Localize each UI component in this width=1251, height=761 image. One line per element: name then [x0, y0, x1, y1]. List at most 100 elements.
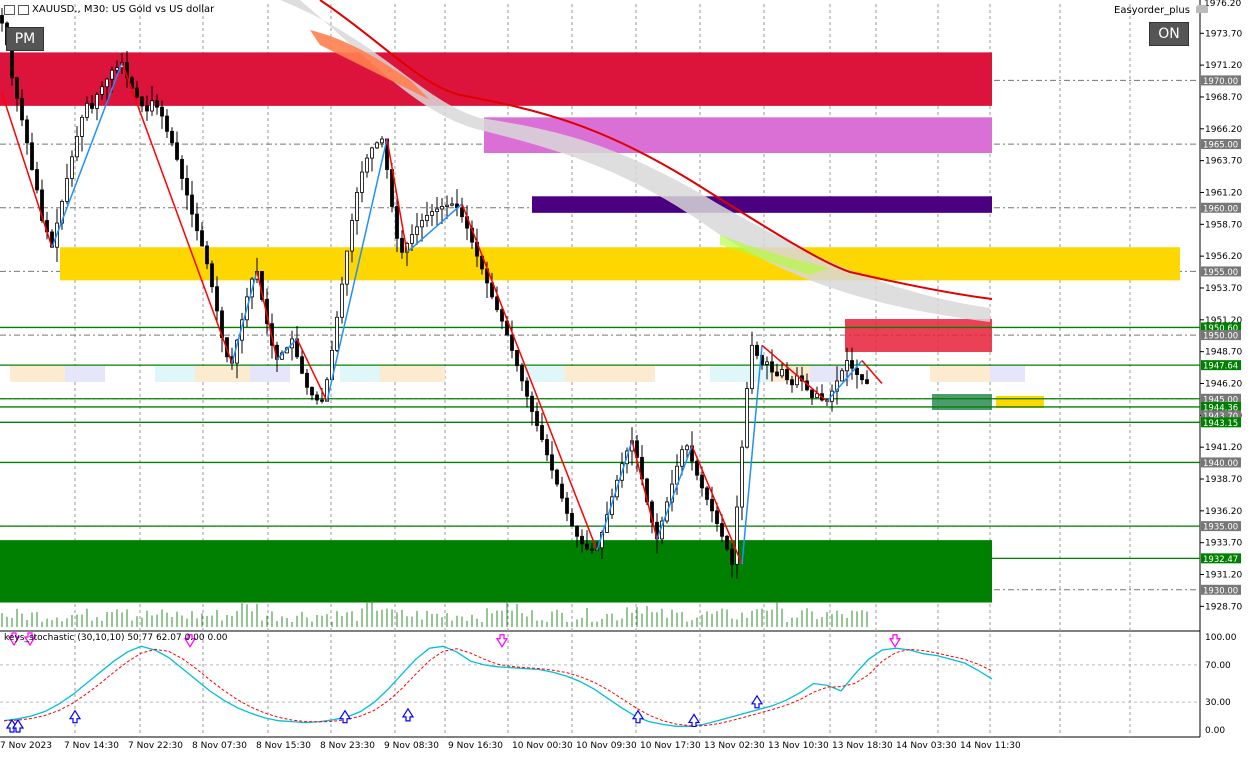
candle-body	[855, 367, 859, 375]
session-highlight	[340, 366, 380, 382]
candle-body	[95, 94, 99, 109]
time-tick-label: 13 Nov 10:30	[768, 741, 829, 751]
candle-body	[430, 211, 434, 216]
candle-body	[860, 374, 864, 381]
candle-body	[695, 460, 699, 476]
candle-body	[0, 15, 4, 24]
candle-body	[435, 208, 439, 212]
candle-body	[730, 548, 734, 565]
candle-body	[70, 156, 74, 179]
chart-menu-icon[interactable]	[4, 4, 15, 15]
expert-name: Easyorder_plus	[1114, 5, 1190, 16]
time-tick-label: 8 Nov 07:30	[192, 741, 247, 751]
candle-body	[745, 388, 749, 448]
candle-body	[215, 286, 219, 312]
price-tick-label: 1971.20	[1205, 61, 1242, 71]
candle-body	[400, 237, 404, 253]
zone-teal-small	[932, 394, 992, 410]
candle-body	[335, 316, 339, 351]
candle-body	[105, 78, 109, 88]
candle-body	[570, 512, 574, 527]
candle-body	[445, 204, 449, 207]
on-button[interactable]: ON	[1149, 22, 1189, 46]
candle-body	[190, 194, 194, 215]
candle-body	[680, 449, 684, 467]
candle-body	[515, 349, 519, 367]
price-level-label: 1955.00	[1203, 268, 1238, 278]
candle-body	[590, 548, 594, 551]
candle-body	[460, 207, 464, 218]
candle-body	[340, 283, 344, 318]
price-tick-label: 1948.70	[1205, 348, 1242, 358]
candle-body	[755, 344, 759, 356]
candle-body	[305, 372, 309, 388]
zone-red-small	[845, 319, 992, 352]
candle-body	[530, 395, 534, 412]
candle-body	[320, 399, 324, 402]
candle-body	[115, 67, 119, 71]
one-click-trading-icon[interactable]	[18, 4, 29, 15]
candle-body	[550, 454, 554, 471]
price-level-label: 1947.64	[1203, 362, 1238, 372]
candle-body	[555, 469, 559, 485]
candle-body	[535, 411, 539, 426]
zone-red	[0, 52, 992, 106]
stoch-tick-label: 30.00	[1205, 698, 1231, 708]
price-tick-label: 1958.70	[1205, 220, 1242, 230]
candle-body	[840, 370, 844, 382]
candle-body	[525, 380, 529, 397]
candle-body	[210, 263, 214, 288]
candle-body	[65, 178, 69, 202]
candle-body	[580, 535, 584, 545]
session-highlight	[990, 366, 1025, 382]
candle-body	[350, 220, 354, 252]
time-tick-label: 7 Nov 14:30	[64, 741, 119, 751]
session-highlight	[155, 366, 195, 382]
price-level-label: 1965.00	[1203, 141, 1238, 151]
candle-body	[140, 96, 144, 107]
candle-body	[685, 445, 689, 451]
candle-body	[585, 543, 589, 550]
session-highlight	[710, 366, 770, 382]
candle-body	[135, 87, 139, 98]
candle-body	[80, 116, 84, 137]
candle-body	[365, 157, 369, 173]
time-tick-label: 13 Nov 02:30	[704, 741, 765, 751]
stoch-tick-label: 70.00	[1205, 661, 1231, 671]
price-tick-label: 1946.20	[1205, 379, 1242, 389]
candle-body	[85, 102, 89, 118]
price-tick-label: 1931.20	[1205, 571, 1242, 581]
candle-body	[380, 138, 384, 144]
candle-body	[300, 356, 304, 374]
session-highlight	[380, 366, 445, 382]
candle-body	[355, 192, 359, 221]
candle-body	[420, 220, 424, 228]
candle-body	[575, 525, 579, 537]
candle-body	[165, 115, 169, 132]
session-highlight	[65, 366, 105, 382]
time-tick-label: 9 Nov 16:30	[448, 741, 503, 751]
candle-body	[750, 344, 754, 389]
candle-body	[780, 369, 784, 377]
time-tick-label: 10 Nov 17:30	[640, 741, 701, 751]
candle-body	[440, 206, 444, 210]
time-tick-label: 10 Nov 00:30	[512, 741, 573, 751]
candle-body	[25, 119, 29, 144]
candle-body	[705, 487, 709, 500]
session-highlight	[565, 366, 655, 382]
price-level-label: 1932.47	[1203, 555, 1238, 565]
candle-body	[155, 100, 159, 108]
candle-body	[410, 234, 414, 244]
candle-body	[565, 497, 569, 514]
expert-hat-icon	[1196, 5, 1209, 13]
session-highlight	[930, 366, 990, 382]
candle-body	[180, 158, 184, 179]
pm-button[interactable]: PM	[6, 27, 44, 51]
session-highlight	[810, 366, 850, 382]
candle-body	[375, 142, 379, 149]
candle-body	[710, 498, 714, 512]
candle-body	[500, 309, 504, 322]
chart-window[interactable]: 1976.20 1973.70 1971.20 1968.70 1966.20 1963.…	[0, 0, 1251, 757]
price-chart[interactable]: 1976.20 1973.70 1971.20 1968.70 1966.20 1963.…	[0, 0, 1251, 757]
candle-body	[790, 379, 794, 386]
